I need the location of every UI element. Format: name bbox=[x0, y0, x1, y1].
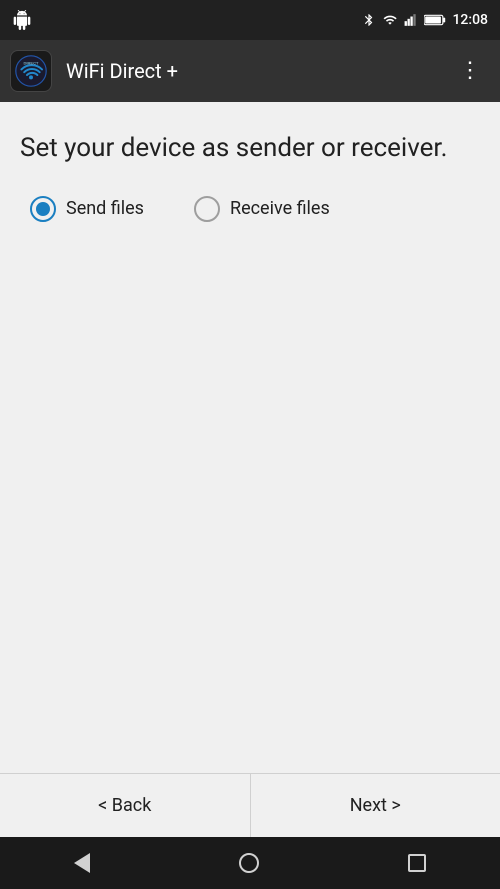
wifi-icon bbox=[382, 13, 398, 27]
bottom-nav-bar: < Back Next > bbox=[0, 773, 500, 837]
receive-files-label: Receive files bbox=[230, 198, 330, 219]
back-button[interactable]: < Back bbox=[0, 774, 251, 837]
signal-icon bbox=[404, 13, 418, 27]
bluetooth-icon bbox=[362, 13, 376, 27]
receive-files-radio[interactable] bbox=[194, 196, 220, 222]
status-bar-left bbox=[12, 10, 32, 30]
battery-icon bbox=[424, 13, 446, 27]
status-bar: 12:08 bbox=[0, 0, 500, 40]
app-bar: DIRECT WiFi Direct + ⋮ bbox=[0, 40, 500, 102]
next-button[interactable]: Next > bbox=[251, 774, 500, 837]
description-text: Set your device as sender or receiver. bbox=[20, 132, 480, 166]
android-icon bbox=[12, 10, 32, 30]
app-title: WiFi Direct + bbox=[66, 59, 451, 83]
svg-text:DIRECT: DIRECT bbox=[24, 61, 39, 66]
app-logo: DIRECT bbox=[10, 50, 52, 92]
overflow-menu-button[interactable]: ⋮ bbox=[451, 56, 490, 86]
send-files-radio[interactable] bbox=[30, 196, 56, 222]
system-recents-button[interactable] bbox=[408, 854, 426, 872]
main-content: Set your device as sender or receiver. S… bbox=[0, 102, 500, 773]
send-files-label: Send files bbox=[66, 198, 144, 219]
system-back-button[interactable] bbox=[74, 853, 90, 873]
system-nav-bar bbox=[0, 837, 500, 889]
status-bar-right: 12:08 bbox=[362, 12, 488, 28]
radio-group: Send files Receive files bbox=[30, 196, 480, 222]
time-display: 12:08 bbox=[452, 12, 488, 28]
receive-files-option[interactable]: Receive files bbox=[194, 196, 330, 222]
send-files-option[interactable]: Send files bbox=[30, 196, 144, 222]
system-home-button[interactable] bbox=[239, 853, 259, 873]
app-logo-icon: DIRECT bbox=[15, 55, 47, 87]
